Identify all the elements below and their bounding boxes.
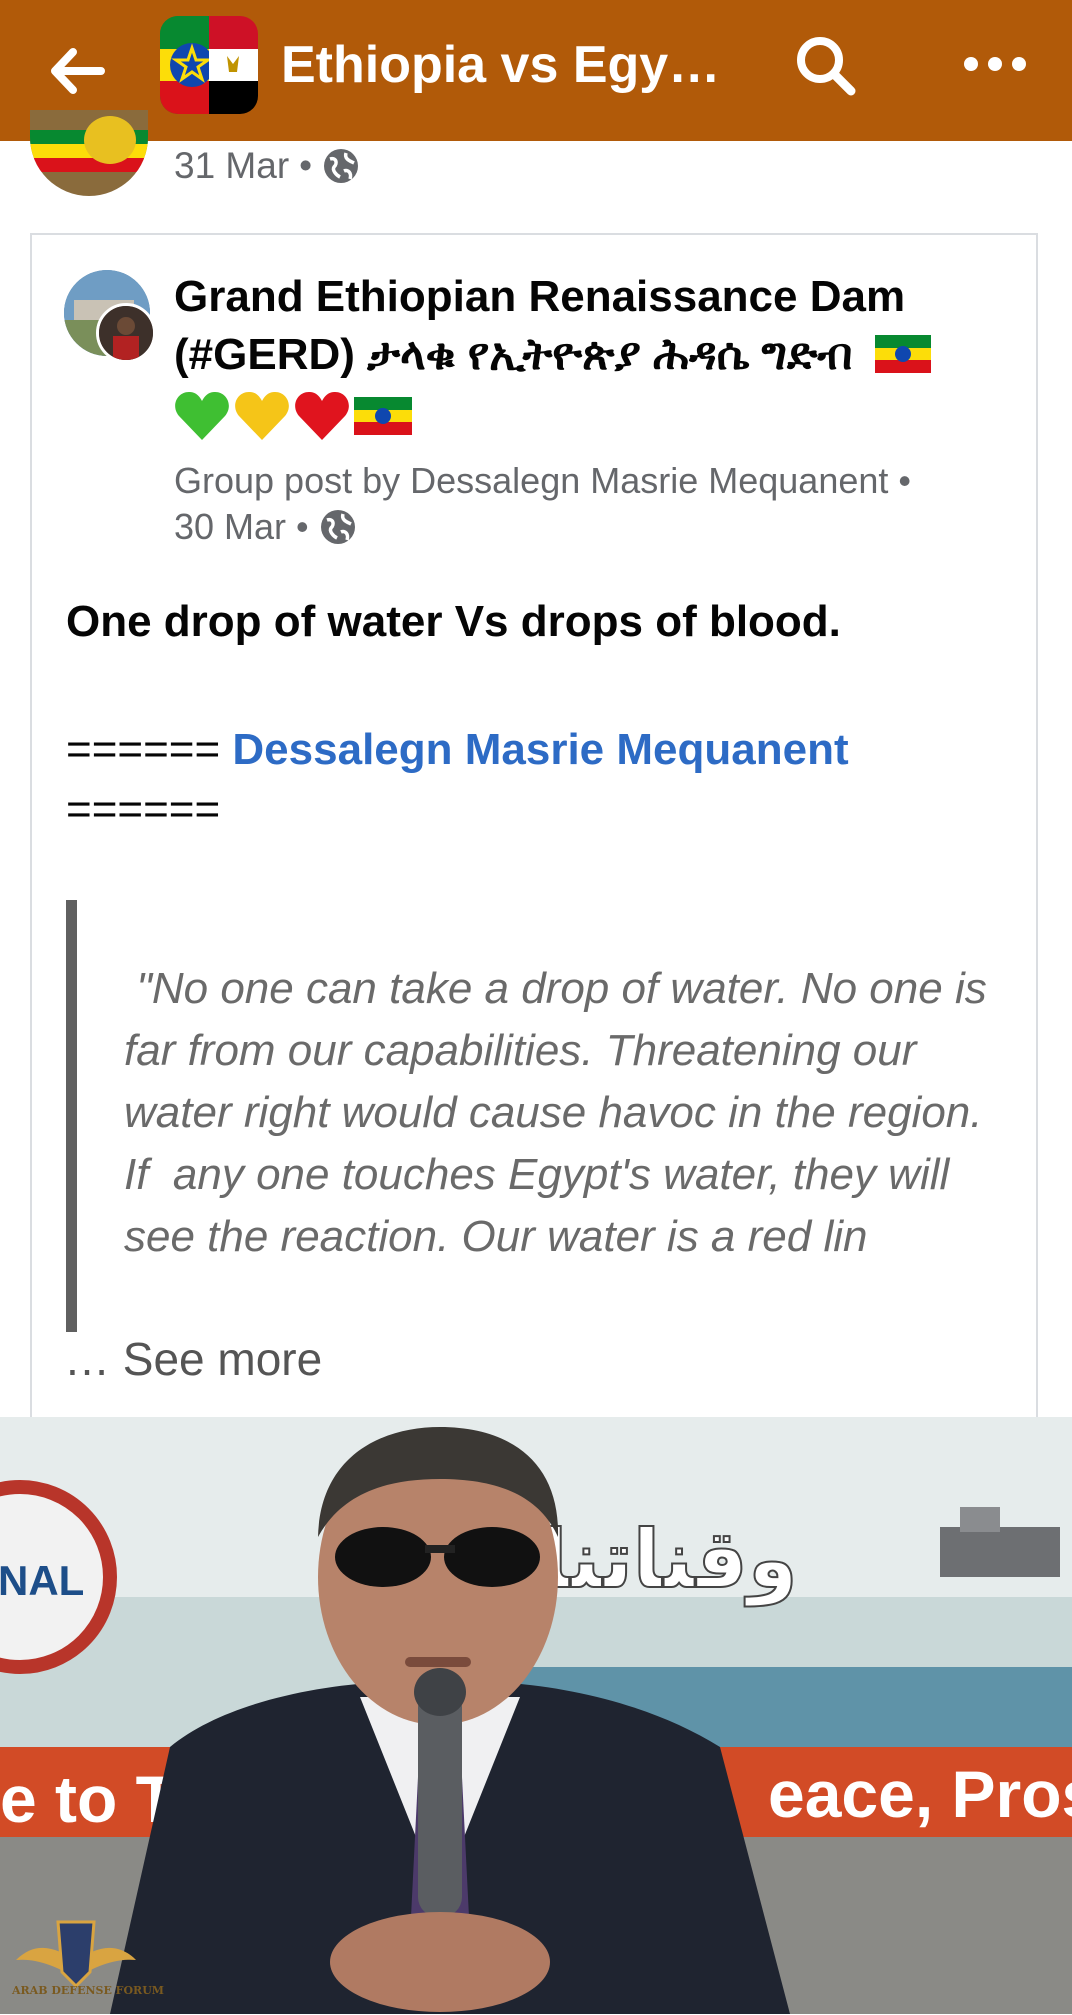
back-button[interactable] (42, 36, 112, 106)
banner-text-bottom-right: eace, Prosperity (768, 1757, 1072, 1831)
sharer-avatar[interactable] (30, 110, 148, 196)
search-button[interactable] (788, 28, 864, 104)
group-avatar[interactable] (160, 16, 258, 114)
author-link[interactable]: Dessalegn Masrie Mequanent (232, 725, 848, 774)
banner-text-left: NAL (0, 1557, 84, 1604)
search-icon (797, 37, 856, 96)
globe-icon (320, 510, 355, 544)
group-name-text[interactable]: Grand Ethiopian Renaissance Dam (#GERD) … (174, 272, 905, 379)
watermark-text: ARAB DEFENSE FORUM (12, 1984, 164, 1997)
meta-separator: • (299, 145, 313, 186)
more-horizontal-icon (964, 57, 1026, 71)
group-post-by-line[interactable]: Group post by Dessalegn Masrie Mequanent… (174, 458, 1014, 504)
yellow-heart-icon (235, 391, 289, 440)
sharer-meta: 31 Mar • (174, 145, 360, 187)
group-title[interactable]: Ethiopia vs Egypt… (281, 30, 751, 100)
ethiopia-flag-icon (874, 335, 931, 373)
red-heart-icon (295, 391, 349, 440)
shared-group-name[interactable]: Grand Ethiopian Renaissance Dam (#GERD) … (174, 268, 1014, 384)
post-photo[interactable]: NAL وقناتنا e to The eace, Prosperity (0, 1417, 1072, 2014)
post-byline: ====== Dessalegn Masrie Mequanent ====== (66, 720, 1006, 840)
post-headline: One drop of water Vs drops of blood. (66, 597, 841, 646)
meta-separator: • (296, 506, 309, 547)
separator-prefix: ====== (66, 725, 233, 774)
banner-arabic: وقناتنا (540, 1513, 798, 1607)
post-meta: Group post by Dessalegn Masrie Mequanent… (174, 458, 1014, 550)
green-heart-icon (175, 391, 229, 440)
ethiopia-flag-icon (354, 397, 412, 435)
sharer-date[interactable]: 31 Mar (174, 145, 289, 187)
app-header: Ethiopia vs Egypt… (0, 0, 1072, 141)
group-emojis (174, 390, 412, 442)
quote-text: "No one can take a drop of water. No one… (124, 964, 999, 1261)
post-date[interactable]: 30 Mar (174, 504, 286, 550)
more-options-button[interactable] (950, 34, 1040, 94)
see-more-link[interactable]: … See more (64, 1332, 322, 1386)
quote-bar (66, 900, 77, 1332)
author-avatar[interactable] (96, 303, 156, 363)
globe-icon (324, 149, 359, 183)
arrow-left-icon (51, 48, 105, 94)
separator-suffix: ====== (66, 785, 221, 834)
